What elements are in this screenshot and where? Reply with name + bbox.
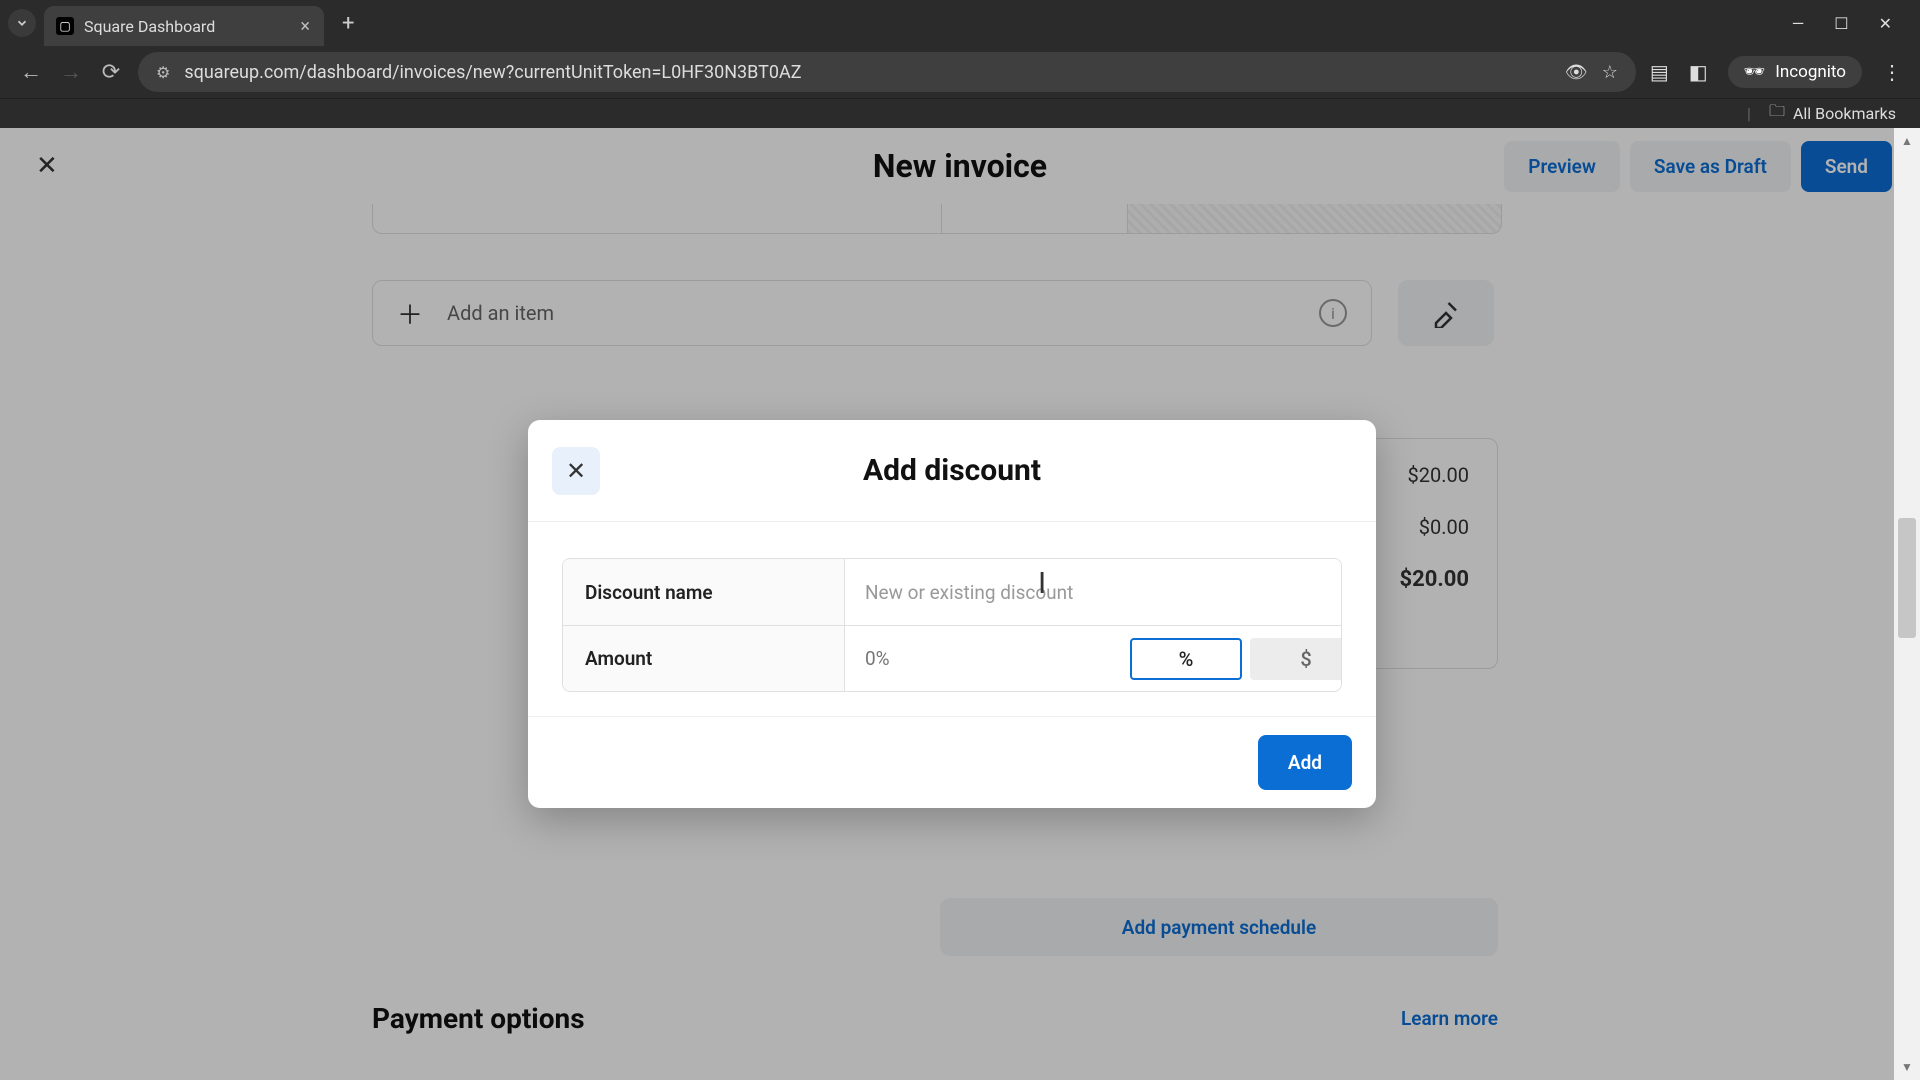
reload-icon[interactable]: ⟳ [98, 60, 124, 85]
amount-input[interactable] [845, 626, 1130, 691]
amount-unit-segmented: % $ [1130, 626, 1342, 691]
modal-header: ✕ Add discount [528, 420, 1376, 522]
percent-toggle[interactable]: % [1130, 638, 1242, 680]
incognito-label: Incognito [1775, 62, 1846, 82]
minimize-icon[interactable]: — [1792, 14, 1805, 33]
site-settings-icon[interactable]: ⚙ [156, 63, 170, 82]
scroll-down-icon[interactable]: ▼ [1894, 1054, 1920, 1080]
incognito-icon: 🕶 [1744, 62, 1766, 82]
all-bookmarks-link[interactable]: All Bookmarks [1793, 104, 1896, 123]
reading-list-icon[interactable]: ▤ [1650, 60, 1669, 84]
amount-label: Amount [563, 626, 845, 691]
back-icon[interactable]: ← [18, 59, 44, 85]
square-favicon: ▢ [56, 17, 74, 35]
address-bar: ← → ⟳ ⚙ squareup.com/dashboard/invoices/… [0, 46, 1920, 98]
forward-icon[interactable]: → [58, 59, 84, 85]
tab-title: Square Dashboard [84, 17, 215, 36]
add-discount-modal: ✕ Add discount Discount name Amount % $ … [528, 420, 1376, 808]
modal-body: Discount name Amount % $ [528, 522, 1376, 716]
browser-chrome: ▢ Square Dashboard × + — ☐ ✕ ← → ⟳ ⚙ squ… [0, 0, 1920, 128]
toolbar-right: ▤ ◧ 🕶 Incognito ⋮ [1650, 56, 1902, 88]
star-icon[interactable]: ☆ [1602, 62, 1618, 83]
vertical-scrollbar[interactable]: ▲ ▼ [1894, 128, 1920, 1080]
scroll-up-icon[interactable]: ▲ [1894, 128, 1920, 154]
modal-footer: Add [528, 716, 1376, 808]
new-tab-button[interactable]: + [332, 11, 364, 36]
amount-row: Amount % $ [563, 625, 1341, 691]
modal-close-button[interactable]: ✕ [552, 447, 600, 495]
field-group: Discount name Amount % $ [562, 558, 1342, 692]
modal-title: Add discount [863, 453, 1041, 488]
side-panel-icon[interactable]: ◧ [1689, 60, 1708, 84]
discount-name-row: Discount name [563, 559, 1341, 625]
close-window-icon[interactable]: ✕ [1879, 14, 1892, 33]
kebab-menu-icon[interactable]: ⋮ [1882, 60, 1902, 84]
scroll-thumb[interactable] [1898, 518, 1916, 638]
url-box[interactable]: ⚙ squareup.com/dashboard/invoices/new?cu… [138, 52, 1636, 92]
add-discount-button[interactable]: Add [1258, 735, 1352, 790]
url-text: squareup.com/dashboard/invoices/new?curr… [184, 62, 1550, 83]
tab-close-icon[interactable]: × [300, 16, 310, 37]
folder-icon: 🗀 [1769, 100, 1785, 127]
tab-bar: ▢ Square Dashboard × + — ☐ ✕ [0, 0, 1920, 46]
browser-tab[interactable]: ▢ Square Dashboard × [44, 6, 324, 46]
discount-name-input[interactable] [845, 559, 1341, 625]
dollar-toggle[interactable]: $ [1250, 638, 1342, 680]
eye-off-icon[interactable]: 👁 [1565, 62, 1588, 83]
maximize-icon[interactable]: ☐ [1834, 14, 1848, 33]
window-controls: — ☐ ✕ [1792, 14, 1912, 33]
bookmarks-bar: | 🗀 All Bookmarks [0, 98, 1920, 128]
incognito-badge[interactable]: 🕶 Incognito [1728, 56, 1862, 88]
discount-name-label: Discount name [563, 559, 845, 625]
tab-search-button[interactable] [8, 9, 36, 37]
